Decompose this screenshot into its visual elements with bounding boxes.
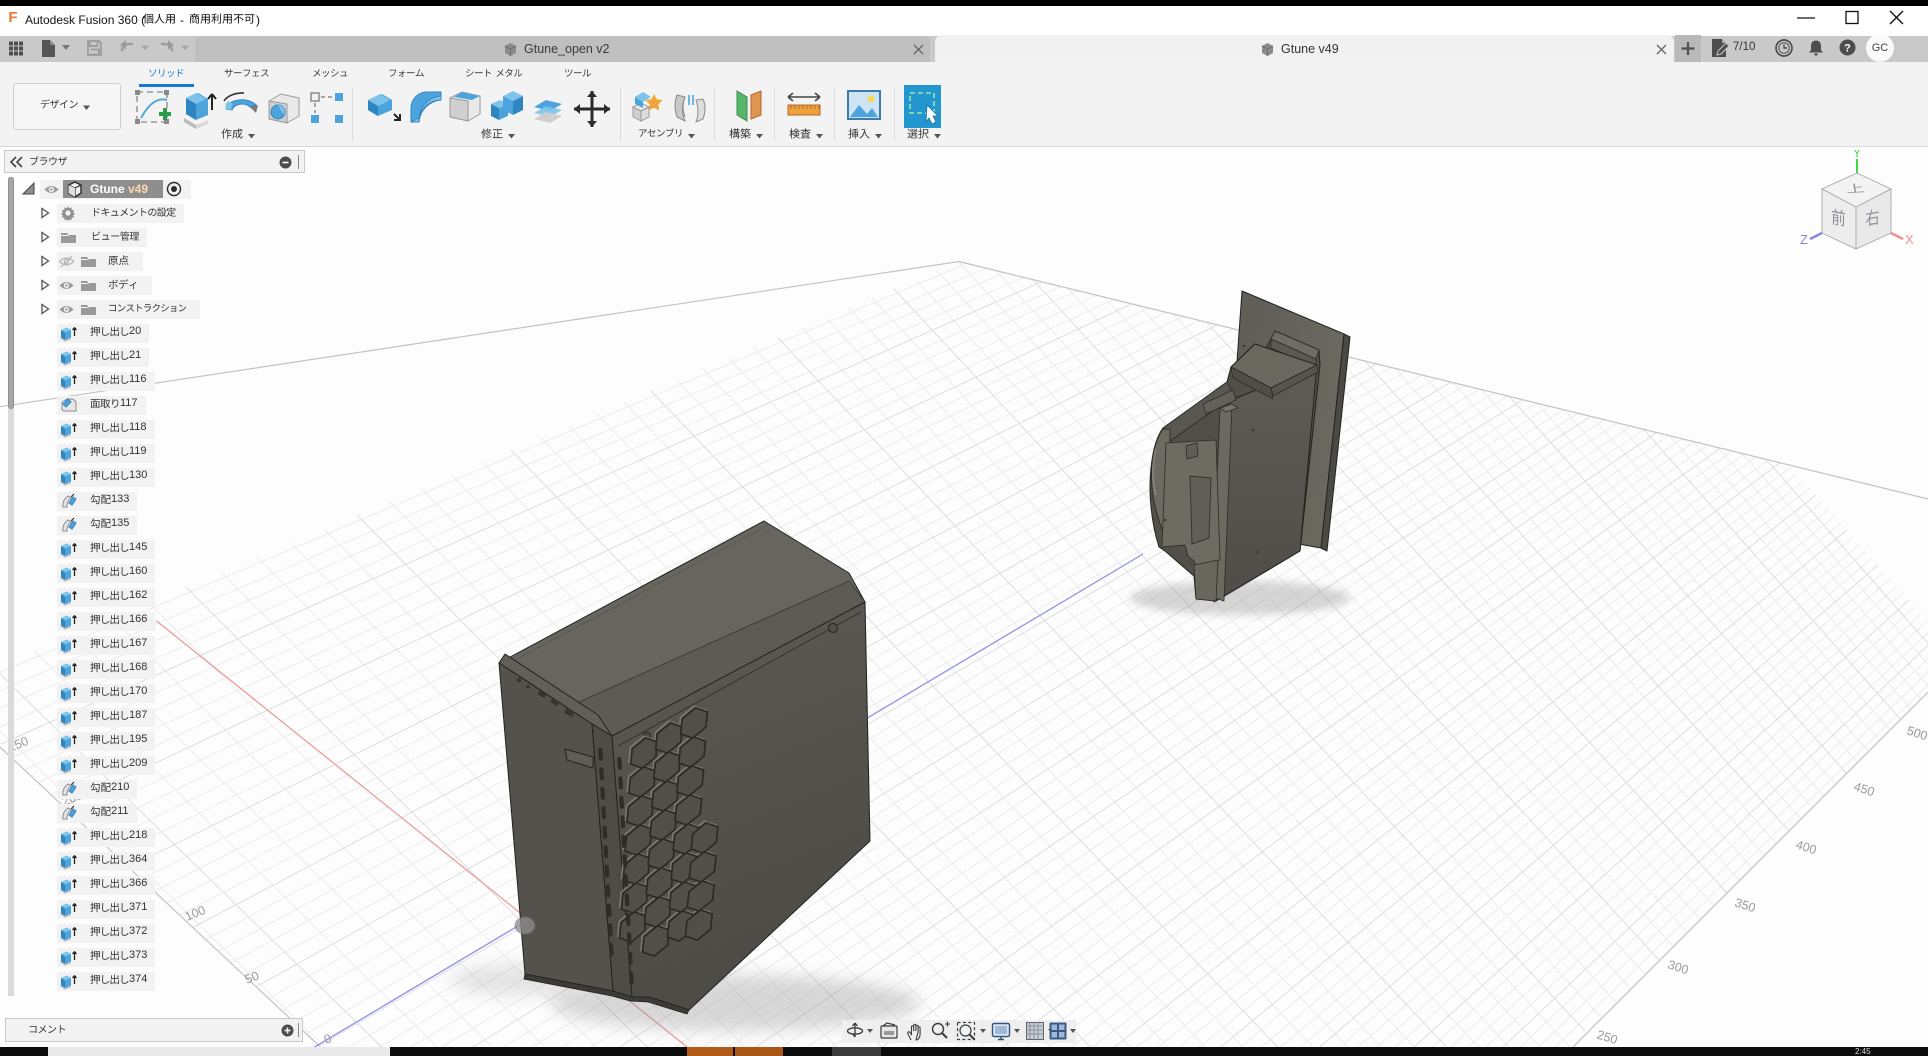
svg-text:?: ? — [1844, 43, 1851, 55]
svg-text:Y: Y — [1853, 150, 1861, 160]
svg-text:X: X — [1905, 232, 1914, 247]
svg-text:Z: Z — [1800, 232, 1808, 247]
